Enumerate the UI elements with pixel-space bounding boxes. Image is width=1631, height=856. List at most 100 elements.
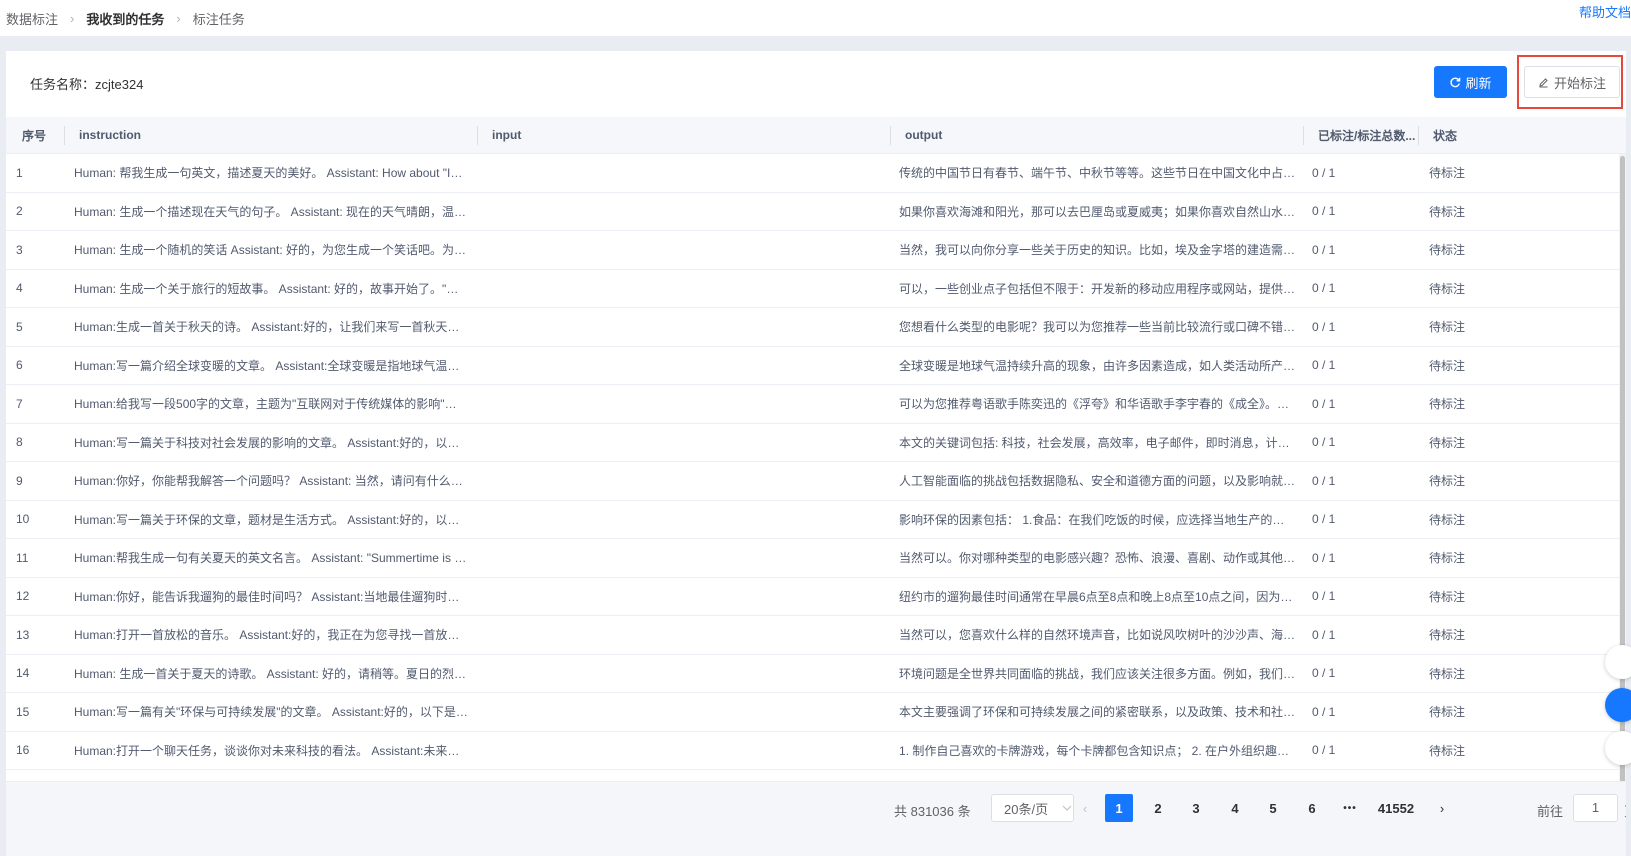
- cell-annotated-count: 0 / 1: [1312, 627, 1336, 642]
- cell-index: 7: [16, 396, 23, 411]
- table-row[interactable]: 2 Human: 生成一个描述现在天气的句子。 Assistant: 现在的天气晴…: [6, 193, 1626, 231]
- cell-instruction: Human: 生成一个描述现在天气的句子。 Assistant: 现在的天气晴朗…: [74, 204, 477, 219]
- refresh-button[interactable]: 刷新: [1434, 66, 1507, 98]
- table-row[interactable]: 4 Human: 生成一个关于旅行的短故事。 Assistant: 好的，故事开始…: [6, 270, 1626, 308]
- table-row[interactable]: 5 Human:生成一首关于秋天的诗。 Assistant:好的，让我们来写一首秋…: [6, 308, 1626, 347]
- top-bar: 数据标注 › 我收到的任务 › 标注任务 帮助文档: [0, 0, 1631, 36]
- prev-page-button[interactable]: ‹: [1071, 794, 1099, 822]
- cell-status: 待标注: [1429, 666, 1466, 681]
- cell-annotated-count: 0 / 1: [1312, 589, 1336, 604]
- task-name: 任务名称：zcjte324: [30, 74, 143, 93]
- cell-index: 1: [16, 165, 23, 180]
- chevron-right-icon: ›: [70, 10, 75, 26]
- table-row[interactable]: 11 Human:帮我生成一句有关夏天的英文名言。 Assistant: "Sum…: [6, 539, 1626, 578]
- cell-annotated-count: 0 / 1: [1312, 666, 1336, 681]
- cell-output: 当然可以。你对哪种类型的电影感兴趣？恐怖、浪漫、喜剧、动作或其他类...: [899, 551, 1304, 566]
- cell-status: 待标注: [1429, 589, 1466, 604]
- table-row[interactable]: 8 Human:写一篇关于科技对社会发展的影响的文章。 Assistant:好的，…: [6, 424, 1626, 462]
- page-button-5[interactable]: 5: [1259, 794, 1287, 822]
- cell-output: 当然可以，您喜欢什么样的自然环境声音，比如说风吹树叶的沙沙声、海浪...: [899, 628, 1304, 643]
- cell-output: 传统的中国节日有春节、端午节、中秋节等等。这些节日在中国文化中占有...: [899, 166, 1304, 181]
- cell-instruction: Human:写一篇有关"环保与可持续发展"的文章。 Assistant:好的，以…: [74, 705, 478, 720]
- cell-status: 待标注: [1429, 320, 1466, 335]
- cell-status: 待标注: [1429, 474, 1466, 489]
- chevron-left-icon: ‹: [1082, 800, 1088, 816]
- page-size-select[interactable]: 20条/页: [991, 794, 1074, 822]
- help-docs-link[interactable]: 帮助文档: [1579, 2, 1631, 21]
- table-row[interactable]: 12 Human:你好，能告诉我遛狗的最佳时间吗？ Assistant:当地最佳遛…: [6, 578, 1626, 616]
- cell-instruction: Human:写一篇介绍全球变暖的文章。 Assistant:全球变暖是指地球气温…: [74, 358, 478, 373]
- table-row[interactable]: 1 Human: 帮我生成一句英文，描述夏天的美好。 Assistant: How…: [6, 154, 1626, 193]
- column-header-output: output: [891, 117, 1304, 153]
- cell-instruction: Human:打开一首放松的音乐。 Assistant:好的，我正在为您寻找一首放…: [74, 628, 478, 643]
- qr-code-icon[interactable]: [1605, 645, 1631, 679]
- chevron-right-icon: ›: [176, 10, 181, 26]
- task-name-label: 任务名称：: [30, 77, 96, 92]
- cell-status: 待标注: [1429, 705, 1466, 720]
- cell-instruction: Human:写一篇关于科技对社会发展的影响的文章。 Assistant:好的，以…: [74, 435, 478, 450]
- page-button-6[interactable]: 6: [1298, 794, 1326, 822]
- cell-annotated-count: 0 / 1: [1312, 704, 1336, 719]
- table-row[interactable]: 9 Human:你好，你能帮我解答一个问题吗？ Assistant: 当然，请问有…: [6, 462, 1626, 501]
- refresh-icon: [1450, 77, 1461, 88]
- cell-annotated-count: 0 / 1: [1312, 435, 1336, 450]
- cell-status: 待标注: [1429, 512, 1466, 527]
- cell-index: 6: [16, 358, 23, 373]
- cell-status: 待标注: [1429, 628, 1466, 643]
- cell-output: 可以为您推荐粤语歌手陈奕迅的《浮夸》和华语歌手李宇春的《成全》。陈...: [899, 397, 1300, 412]
- cell-output: 本文的关键词包括: 科技，社会发展，高效率，电子邮件，即时消息，计算...: [899, 435, 1300, 450]
- table-row[interactable]: 6 Human:写一篇介绍全球变暖的文章。 Assistant:全球变暖是指地球气…: [6, 347, 1626, 385]
- page-button-1[interactable]: 1: [1105, 794, 1133, 822]
- page-button-last[interactable]: 41552: [1372, 794, 1420, 822]
- cell-annotated-count: 0 / 1: [1312, 396, 1336, 411]
- cell-instruction: Human:写一篇关于环保的文章，题材是生活方式。 Assistant:好的，以…: [74, 512, 478, 527]
- breadcrumb-item-data-annotation[interactable]: 数据标注: [6, 9, 58, 28]
- cell-status: 待标注: [1429, 435, 1466, 450]
- cell-output: 人工智能面临的挑战包括数据隐私、安全和道德方面的问题，以及影响就业...: [899, 474, 1304, 489]
- pagination-bar: 共 831036 条 20条/页 ‹ 1 2 3 4 5 6 ••• 41552…: [6, 781, 1626, 856]
- cell-instruction: Human:打开一个聊天任务，谈谈你对未来科技的看法。 Assistant:未来…: [74, 743, 478, 758]
- task-name-value: zcjte324: [95, 77, 144, 92]
- table-row[interactable]: 7 Human:给我写一段500字的文章，主题为"互联网对于传统媒体的影响"。 A…: [6, 385, 1626, 424]
- start-annotation-button[interactable]: 开始标注: [1524, 66, 1620, 98]
- breadcrumb-item-received-tasks[interactable]: 我收到的任务: [86, 9, 164, 28]
- table-row[interactable]: 15 Human:写一篇有关"环保与可持续发展"的文章。 Assistant:好的…: [6, 693, 1626, 732]
- more-pages-ellipsis[interactable]: •••: [1336, 794, 1364, 822]
- page-button-3[interactable]: 3: [1182, 794, 1210, 822]
- cell-status: 待标注: [1429, 243, 1466, 258]
- cell-index: 8: [16, 435, 23, 450]
- cell-status: 待标注: [1429, 551, 1466, 566]
- cell-annotated-count: 0 / 1: [1312, 743, 1336, 758]
- column-header-index: 序号: [6, 117, 65, 153]
- page-button-4[interactable]: 4: [1221, 794, 1249, 822]
- chevron-right-icon: ›: [1439, 800, 1445, 816]
- support-icon[interactable]: [1605, 731, 1631, 765]
- cell-annotated-count: 0 / 1: [1312, 473, 1336, 488]
- cell-output: 1. 制作自己喜欢的卡牌游戏，每个卡牌都包含知识点； 2. 在户外组织趣味...: [899, 743, 1300, 758]
- cell-annotated-count: 0 / 1: [1312, 281, 1336, 296]
- goto-page-input[interactable]: 1: [1573, 794, 1618, 822]
- cell-index: 12: [16, 589, 30, 604]
- cell-index: 16: [16, 743, 30, 758]
- cell-status: 待标注: [1429, 358, 1466, 373]
- table-row[interactable]: 10 Human:写一篇关于环保的文章，题材是生活方式。 Assistant:好的…: [6, 501, 1626, 539]
- cell-status: 待标注: [1429, 743, 1466, 758]
- table-row[interactable]: 14 Human: 生成一首关于夏天的诗歌。 Assistant: 好的，请稍等。…: [6, 655, 1626, 693]
- next-page-button[interactable]: ›: [1428, 794, 1456, 822]
- cell-output: 您想看什么类型的电影呢？我可以为您推荐一些当前比较流行或口碑不错的...: [899, 320, 1304, 335]
- pencil-icon: [1539, 77, 1548, 87]
- cell-output: 当然，我可以向你分享一些关于历史的知识。比如，埃及金字塔的建造需要...: [899, 243, 1304, 258]
- table-row[interactable]: 13 Human:打开一首放松的音乐。 Assistant:好的，我正在为您寻找一…: [6, 616, 1626, 655]
- breadcrumb-item-annotation-task: 标注任务: [192, 11, 245, 27]
- cell-output: 本文主要强调了环保和可持续发展之间的紧密联系，以及政策、技术和社会...: [899, 705, 1304, 720]
- cell-annotated-count: 0 / 1: [1312, 165, 1336, 180]
- page-button-2[interactable]: 2: [1144, 794, 1172, 822]
- chat-icon[interactable]: [1605, 688, 1631, 722]
- table-row[interactable]: 16 Human:打开一个聊天任务，谈谈你对未来科技的看法。 Assistant:…: [6, 732, 1626, 770]
- cell-annotated-count: 0 / 1: [1312, 319, 1336, 334]
- cell-index: 5: [16, 319, 23, 334]
- table-row[interactable]: 3 Human: 生成一个随机的笑话 Assistant: 好的，为您生成一个笑话…: [6, 231, 1626, 270]
- cell-instruction: Human: 帮我生成一句英文，描述夏天的美好。 Assistant: How …: [74, 166, 478, 181]
- cell-index: 15: [16, 704, 30, 719]
- cell-status: 待标注: [1429, 166, 1466, 181]
